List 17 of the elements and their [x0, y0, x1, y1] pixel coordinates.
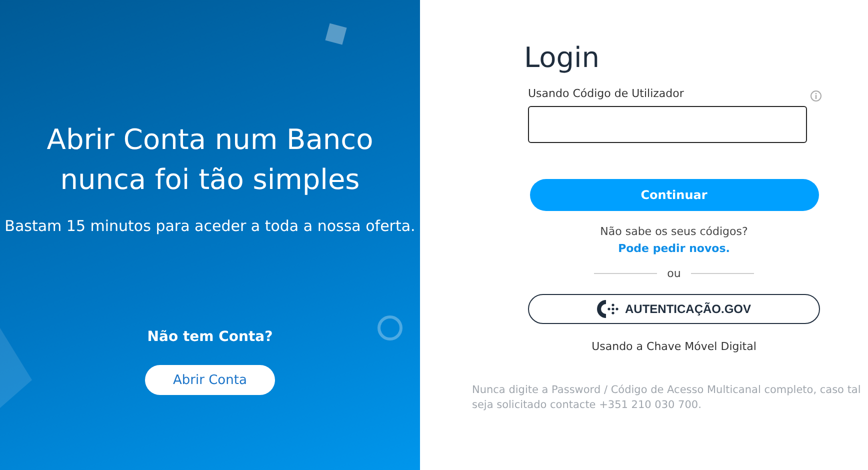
- open-account-button[interactable]: Abrir Conta: [145, 365, 275, 395]
- question-text: Não tem Conta?: [147, 329, 273, 345]
- security-notice: Nunca digite a Password / Código de Acesso Multicanal completo, caso tal seja solicitado contacte +351 210 030 700.: [472, 383, 862, 413]
- headline: nunca foi tão simples: [60, 162, 360, 198]
- ring-shape: [377, 315, 403, 341]
- request-codes-link[interactable]: Pode pedir novos.: [618, 242, 730, 255]
- login-title: Login: [524, 40, 600, 76]
- continue-button[interactable]: Continuar: [530, 179, 818, 211]
- gov-logo-icon: [597, 299, 621, 319]
- headline: Abrir Conta num Banco: [46, 122, 374, 158]
- gov-caption: Usando a Chave Móvel Digital: [592, 340, 756, 353]
- user-code-field[interactable]: [528, 106, 807, 143]
- subtitle: Bastam 15 minutos para aceder a toda a nossa oferta.: [4, 217, 416, 235]
- divider-text: ou: [667, 267, 681, 280]
- gov-auth-button[interactable]: AUTENTICAÇÃO.GOV: [528, 294, 820, 324]
- field-label: Usando Código de Utilizador: [528, 86, 684, 100]
- help-text: Não sabe os seus códigos?: [600, 225, 748, 238]
